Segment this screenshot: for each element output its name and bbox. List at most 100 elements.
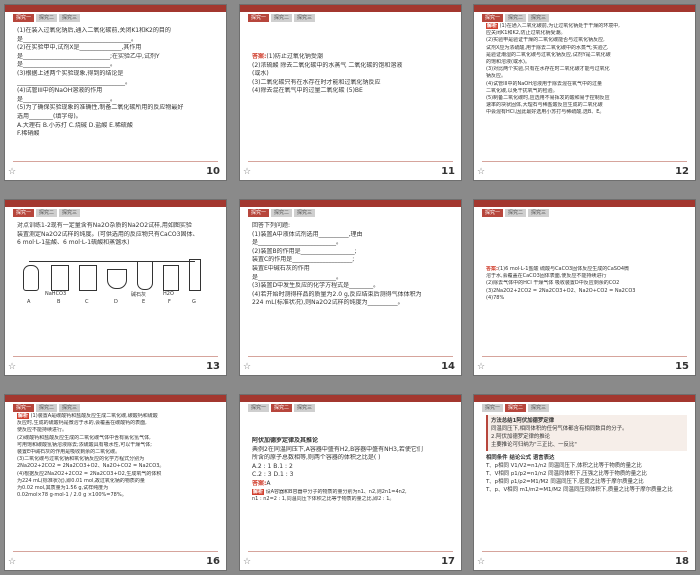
text-line: 试剂X应为浓硫酸,用于除去二氧化碳中的水蒸气;实验乙: [486, 44, 608, 51]
slide-header-bar: [474, 200, 695, 207]
slide-number: 17: [441, 556, 455, 567]
slide-thumbnail-12[interactable]: 探究一 探究二 探究三 解析 (1)在通入二氧化碳前,为让过氧化钠处于干燥的环境…: [474, 5, 695, 180]
slide-header-bar: [5, 5, 226, 12]
slide-tabs: 探究一 探究二 探究三: [13, 404, 81, 412]
slide-number: 11: [441, 166, 455, 177]
slide-footer: [474, 552, 695, 570]
slide-tabs: 探究一 探究二 探究三: [482, 14, 550, 22]
tab-second: 探究二: [36, 404, 58, 412]
star-icon[interactable]: ☆: [477, 167, 485, 177]
slide-number: 15: [675, 361, 689, 372]
slide-thumbnail-15[interactable]: 探究一 探究二 探究三 答案:(1)6 mol·L-1盐酸 硫酸与CaCO3固体…: [474, 200, 695, 375]
answer-line: 答案:(1)防止过氧化钠受潮: [252, 53, 453, 62]
tab-second: 探究二: [271, 14, 293, 22]
text-line: 反应时,生成的硫酸钙是微溶于水的,会覆盖在碳酸钙的表面,: [17, 420, 147, 427]
answer-line: 答案:A: [252, 480, 453, 489]
text-line: 是_____________________________;在实验乙中,试剂Y: [17, 52, 160, 60]
text-line: 溶于水,会覆盖在CaCO3固体表面,使反应不能持续进行: [486, 273, 607, 280]
text-line: 是__________________________。: [252, 273, 343, 281]
hint-line: 解析 设A容器和B容器中分子的物质的量分别为n1、n2,则2n1=4n2,: [252, 488, 453, 496]
slide-thumbnail-13[interactable]: 探究一 探究二 探究三 对点训练1-2现有一定量含有Na2O杂质的Na2O2试样…: [5, 200, 226, 375]
slide-number: 18: [675, 556, 689, 567]
tab-third: 探究三: [294, 404, 316, 412]
table-row: T、p相同 ρ1/ρ2=M1/M2 同温同压下,密度之比等于摩尔质量之比: [486, 479, 644, 485]
text-line: (2)在实验甲中,试剂X是______________,其作用: [17, 44, 142, 52]
answer-label: 答案:: [252, 53, 267, 60]
text-line: (或水): [252, 70, 269, 78]
star-icon[interactable]: ☆: [8, 557, 16, 567]
slide-tabs: 探究一 探究二 探究三: [248, 14, 316, 22]
text-line: (4)若开始时测得样品的质量为2.0 g,反应结束后测得气体体积为: [252, 290, 422, 298]
hint-label: 解析: [486, 23, 499, 29]
text-line: 对点训练1-2现有一定量含有Na2O杂质的Na2O2试样,用如图实验: [17, 222, 192, 229]
apparatus-diagram: NaHCO3 碱石灰 H2O A B C D E F G: [17, 251, 218, 307]
hint-line: 解析 (1)装置A是碳酸钙和盐酸反应生成二氧化碳,碳酸钙和硫酸: [17, 413, 218, 420]
star-icon[interactable]: ☆: [8, 362, 16, 372]
slide-number: 16: [206, 556, 220, 567]
slide-tabs: 探究一 探究二 探究三: [482, 404, 550, 412]
slide-header-bar: [240, 395, 461, 402]
text-line: 速率的块状固体,大理石与稀盐酸反应生成的二氧化碳: [486, 102, 603, 109]
slide-content: 方法总结1阿伏加德罗定律 同温同压下,相同体积的任何气体都含有相同数目的分子。 …: [486, 415, 687, 548]
text-line: 主要推论可归纳为"三正比、一反比": [491, 442, 577, 448]
star-icon[interactable]: ☆: [243, 557, 251, 567]
text-line: A.大理石 B.小苏打 C.烧碱 D.盐酸 E.稀硫酸: [17, 121, 133, 129]
star-icon[interactable]: ☆: [477, 557, 485, 567]
text-line: (2)浓硫酸 除去二氧化碳中的水蒸气 二氧化碳的饱和溶液: [252, 61, 403, 69]
text-line: 6 mol·L-1盐酸、6 mol·L-1硫酸和蒸馏水): [17, 239, 130, 247]
text-line: 224 mL(标准状况),则Na2O2试样的纯度为__________。: [252, 299, 404, 307]
star-icon[interactable]: ☆: [477, 362, 485, 372]
flask-a: [23, 264, 39, 291]
text-line: 回答下列问题:: [252, 222, 291, 229]
text-line: 装置E中碱石灰的作用是吸收剩余的二氧化碳。: [17, 449, 121, 456]
text-line: 钠反应。: [486, 73, 507, 80]
tab-third: 探究三: [294, 209, 316, 217]
tube-d: [107, 268, 127, 289]
label-a: A: [27, 298, 31, 305]
slide-content: 答案:(1)防止过氧化钠受潮 (2)浓硫酸 除去二氧化碳中的水蒸气 二氧化碳的饱…: [252, 53, 453, 158]
text-line: 同温同压下,相同体积的任何气体都含有相同数目的分子。: [491, 426, 628, 432]
table-header: 相同条件 结论公式 语言表达: [486, 455, 555, 461]
text-line: n1 : n2=2 : 1,同温同压下体积之比等于物质的量之比,即2 : 1。: [252, 495, 395, 502]
tab-second: 探究二: [505, 14, 527, 22]
text-line: (3)二氧化碳只有在水存在时才能和过氧化钠反应: [252, 78, 381, 86]
text-line: 选用________(填字母)。: [17, 112, 82, 120]
tab-third: 探究三: [59, 404, 81, 412]
text-line: (2)装置B的作用是__________________;: [252, 247, 357, 255]
text-line: 是_____________________________。: [17, 95, 117, 103]
star-icon[interactable]: ☆: [8, 167, 16, 177]
slide-thumbnail-17[interactable]: 探究一 探究二 探究三 阿伏加德罗定律及其推论 典例2在同温同压下,A容器中盛有…: [240, 395, 461, 570]
tab-third: 探究三: [294, 14, 316, 22]
slide-header-bar: [5, 200, 226, 207]
tab-third: 探究三: [528, 404, 550, 412]
tab-third: 探究三: [528, 14, 550, 22]
text-line: 应关闭K1和K2,防止过氧化钠受潮。: [486, 30, 566, 37]
summary-title: 方法总结1阿伏加德罗定律: [491, 418, 555, 424]
caption-water: H2O: [163, 290, 174, 297]
option-line: A.2 : 1 B.1 : 2: [252, 462, 293, 470]
tab-second: 探究二: [271, 404, 293, 412]
slide-thumbnail-10[interactable]: 探究一 探究二 探究三 (1)在装入过氧化钠后,通入二氧化碳前,关闭K1和K2的…: [5, 5, 226, 180]
tab-first: 探究一: [248, 404, 270, 412]
slide-thumbnail-14[interactable]: 探究一 探究二 探究三 回答下列问题: (1)装置A中液体试剂选用_______…: [240, 200, 461, 375]
slide-thumbnail-16[interactable]: 探究一 探究二 探究三 解析 (1)装置A是碳酸钙和盐酸反应生成二氧化碳,碳酸钙…: [5, 395, 226, 570]
text-line: (5)为了确保实验现象的准确性,制备二氧化碳所用的反应物最好: [17, 104, 184, 112]
slide-footer: [5, 552, 226, 570]
star-icon[interactable]: ☆: [243, 362, 251, 372]
answer-label: 答案:: [486, 266, 498, 272]
star-icon[interactable]: ☆: [243, 167, 251, 177]
text-line: 的饱和溶液(或水)。: [486, 59, 530, 66]
slide-thumbnail-11[interactable]: 探究一 探究二 探究三 答案:(1)防止过氧化钠受潮 (2)浓硫酸 除去二氧化碳…: [240, 5, 461, 180]
slide-thumbnail-18[interactable]: 探究一 探究二 探究三 方法总结1阿伏加德罗定律 同温同压下,相同体积的任何气体…: [474, 395, 695, 570]
slide-content: 回答下列问题: (1)装置A中液体试剂选用__________,理由 是____…: [252, 222, 453, 353]
connecting-tube: [29, 260, 195, 262]
text-line: (1)装置A是碳酸钙和盐酸反应生成二氧化碳,碳酸钙和硫酸: [30, 413, 158, 419]
slide-tabs: 探究一 探究二 探究三: [248, 404, 316, 412]
tab-first: 探究一: [248, 209, 270, 217]
tab-first: 探究一: [482, 14, 504, 22]
cylinder-g: [189, 258, 201, 291]
label-f: F: [168, 298, 171, 305]
slide-footer: [240, 162, 461, 180]
text-line: 中会混有HCl,因此最好选用小苏打与稀硫酸,选B、E。: [486, 109, 605, 116]
tab-first: 探究一: [13, 14, 35, 22]
